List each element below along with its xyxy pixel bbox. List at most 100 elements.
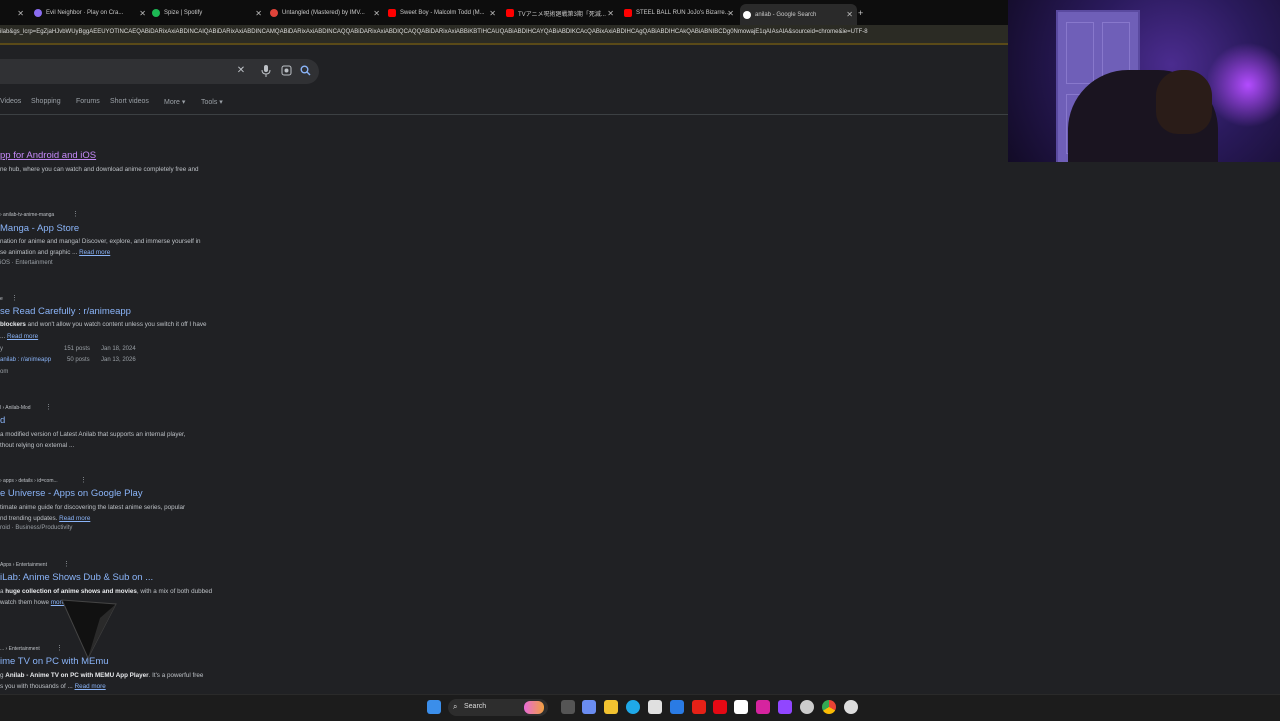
- filter-tools[interactable]: Tools ▾: [201, 98, 223, 106]
- file-explorer-icon[interactable]: [604, 700, 618, 714]
- close-icon[interactable]: ✕: [17, 9, 24, 18]
- webcam-overlay: [1008, 0, 1280, 162]
- tab-jujutsu[interactable]: TVアニメ呪術廻戦第3期「死滅... ✕: [506, 3, 614, 23]
- tab-favicon-icon: [270, 9, 278, 17]
- url-text[interactable]: ilab&gs_lcrp=EgZjaHJvbWUyBggAEEUYOTINCAE…: [0, 29, 868, 35]
- tab-steel-ball-run[interactable]: STEEL BALL RUN JoJo's Bizarre... ✕: [624, 3, 734, 23]
- copilot-app-icon[interactable]: [582, 700, 596, 714]
- mic-icon[interactable]: [260, 65, 272, 77]
- roblox-icon[interactable]: [844, 700, 858, 714]
- tab-label: anilab - Google Search: [755, 11, 817, 18]
- settings-icon[interactable]: [800, 700, 814, 714]
- result-cite: Apps › Entertainment: [0, 562, 47, 568]
- tab-sweet-boy[interactable]: Sweet Boy - Malcolm Todd (M... ✕: [388, 3, 496, 23]
- result-title[interactable]: pp for Android and iOS: [0, 150, 96, 161]
- close-icon[interactable]: ✕: [846, 10, 853, 19]
- close-icon[interactable]: ✕: [139, 9, 146, 18]
- tab-label: Untangled (Mastered) by IMV...: [282, 10, 365, 16]
- result-snippet: a huge collection of anime shows and mov…: [0, 588, 213, 595]
- more-options-icon[interactable]: ⋮: [63, 560, 70, 568]
- result-title[interactable]: se Read Carefully : r/animeapp: [0, 306, 131, 317]
- tab-evil-neighbor[interactable]: Evil Neighbor · Play on Cra... ✕: [34, 3, 146, 23]
- result-snippet: ne hub, where you can watch and download…: [0, 166, 199, 173]
- taskbar: ⌕ Search: [0, 694, 1280, 721]
- youtube-icon[interactable]: [692, 700, 706, 714]
- sub-result-date: Jan 18, 2024: [101, 346, 136, 352]
- result-cite: › apps › details › id=com...: [0, 478, 58, 484]
- taskbar-search[interactable]: ⌕ Search: [448, 699, 548, 716]
- result-snippet: nation for anime and manga! Discover, ex…: [0, 238, 201, 245]
- tab-spotify[interactable]: Spize | Spotify ✕: [152, 3, 262, 23]
- tab-untangled[interactable]: Untangled (Mastered) by IMV... ✕: [270, 3, 380, 23]
- result-snippet: watch them howe more: [0, 599, 66, 606]
- more-options-icon[interactable]: ⋮: [80, 476, 87, 484]
- sub-result-title[interactable]: anilab : r/animeapp: [0, 357, 51, 363]
- tab-label: Evil Neighbor · Play on Cra...: [46, 10, 124, 16]
- result-meta: iOS · Entertainment: [0, 260, 53, 266]
- tab-label: Spize | Spotify: [164, 10, 203, 16]
- close-icon[interactable]: ✕: [607, 9, 614, 18]
- close-icon[interactable]: ✕: [727, 9, 734, 18]
- result-title[interactable]: Manga - App Store: [0, 223, 79, 234]
- more-options-icon[interactable]: ⋮: [72, 210, 79, 218]
- filter-shopping[interactable]: Shopping: [31, 98, 61, 105]
- result-title[interactable]: d: [0, 415, 5, 426]
- sub-result-posts: 50 posts: [67, 357, 90, 363]
- read-more-link[interactable]: Read more: [75, 683, 106, 690]
- filter-more[interactable]: More ▾: [164, 98, 185, 106]
- edge-icon[interactable]: [626, 700, 640, 714]
- search-input[interactable]: ✕: [0, 59, 319, 84]
- read-more-link[interactable]: Read more: [7, 333, 38, 340]
- result-title[interactable]: e Universe - Apps on Google Play: [0, 488, 143, 499]
- chrome-icon[interactable]: [822, 700, 836, 714]
- result-snippet: blockers and won't allow you watch conte…: [0, 321, 207, 328]
- result-snippet: thout relying on external ...: [0, 442, 75, 449]
- lens-icon[interactable]: [280, 65, 292, 77]
- sub-result-posts: 151 posts: [64, 346, 91, 352]
- netflix-icon[interactable]: [713, 700, 727, 714]
- taskbar-search-label: Search: [464, 703, 487, 710]
- sub-result-date: Jan 13, 2026: [101, 357, 136, 363]
- more-options-icon[interactable]: ⋮: [45, 403, 52, 411]
- filter-forums[interactable]: Forums: [76, 98, 100, 105]
- mouse-cursor-icon: [61, 599, 117, 660]
- address-bar[interactable]: ilab&gs_lcrp=EgZjaHJvbWUyBggAEEUYOTINCAE…: [0, 25, 1008, 45]
- new-tab-button[interactable]: +: [858, 3, 870, 23]
- result-title[interactable]: iLab: Anime Shows Dub & Sub on ...: [0, 572, 153, 583]
- twitch-icon[interactable]: [778, 700, 792, 714]
- result-meta: roid · Business/Productivity: [0, 525, 73, 531]
- copilot-icon: [524, 701, 544, 714]
- read-more-link[interactable]: Read more: [79, 249, 110, 256]
- result-cite: e: [0, 296, 3, 302]
- result-snippet: a modified version of Latest Anilab that…: [0, 431, 186, 438]
- result-cite: ... › Entertainment: [0, 646, 40, 652]
- search-icon[interactable]: [299, 65, 311, 77]
- amazon-icon[interactable]: [734, 700, 748, 714]
- result-cite: › anilab-tv-anime-manga: [0, 212, 55, 218]
- outlook-icon[interactable]: [670, 700, 684, 714]
- windows-start-icon[interactable]: [427, 700, 441, 714]
- instagram-icon[interactable]: [756, 700, 770, 714]
- filter-short-videos[interactable]: Short videos: [110, 98, 149, 105]
- result-snippet: g Anilab - Anime TV on PC with MEMU App …: [0, 672, 204, 679]
- header-divider: [0, 114, 1008, 115]
- more-options-icon[interactable]: ⋮: [11, 294, 18, 302]
- youtube-icon: [388, 9, 396, 17]
- task-view-icon[interactable]: [561, 700, 575, 714]
- sub-result-title[interactable]: y: [0, 346, 3, 352]
- tab-strip: ✕ Evil Neighbor · Play on Cra... ✕ Spize…: [0, 0, 1008, 25]
- close-icon[interactable]: ✕: [373, 9, 380, 18]
- read-more-link[interactable]: Read more: [59, 515, 90, 522]
- close-icon[interactable]: ✕: [235, 65, 247, 77]
- youtube-icon: [506, 9, 514, 17]
- result-cite: l › Anilab-Mod: [0, 405, 31, 411]
- close-icon[interactable]: ✕: [489, 9, 496, 18]
- filter-videos[interactable]: Videos: [0, 98, 21, 105]
- tab-anilab-search[interactable]: anilab - Google Search ✕: [740, 4, 857, 25]
- store-icon[interactable]: [648, 700, 662, 714]
- result-snippet: ... Read more: [0, 333, 39, 340]
- tab-0[interactable]: ✕: [0, 3, 24, 23]
- close-icon[interactable]: ✕: [255, 9, 262, 18]
- person-head: [1156, 70, 1212, 134]
- tab-favicon-icon: [34, 9, 42, 17]
